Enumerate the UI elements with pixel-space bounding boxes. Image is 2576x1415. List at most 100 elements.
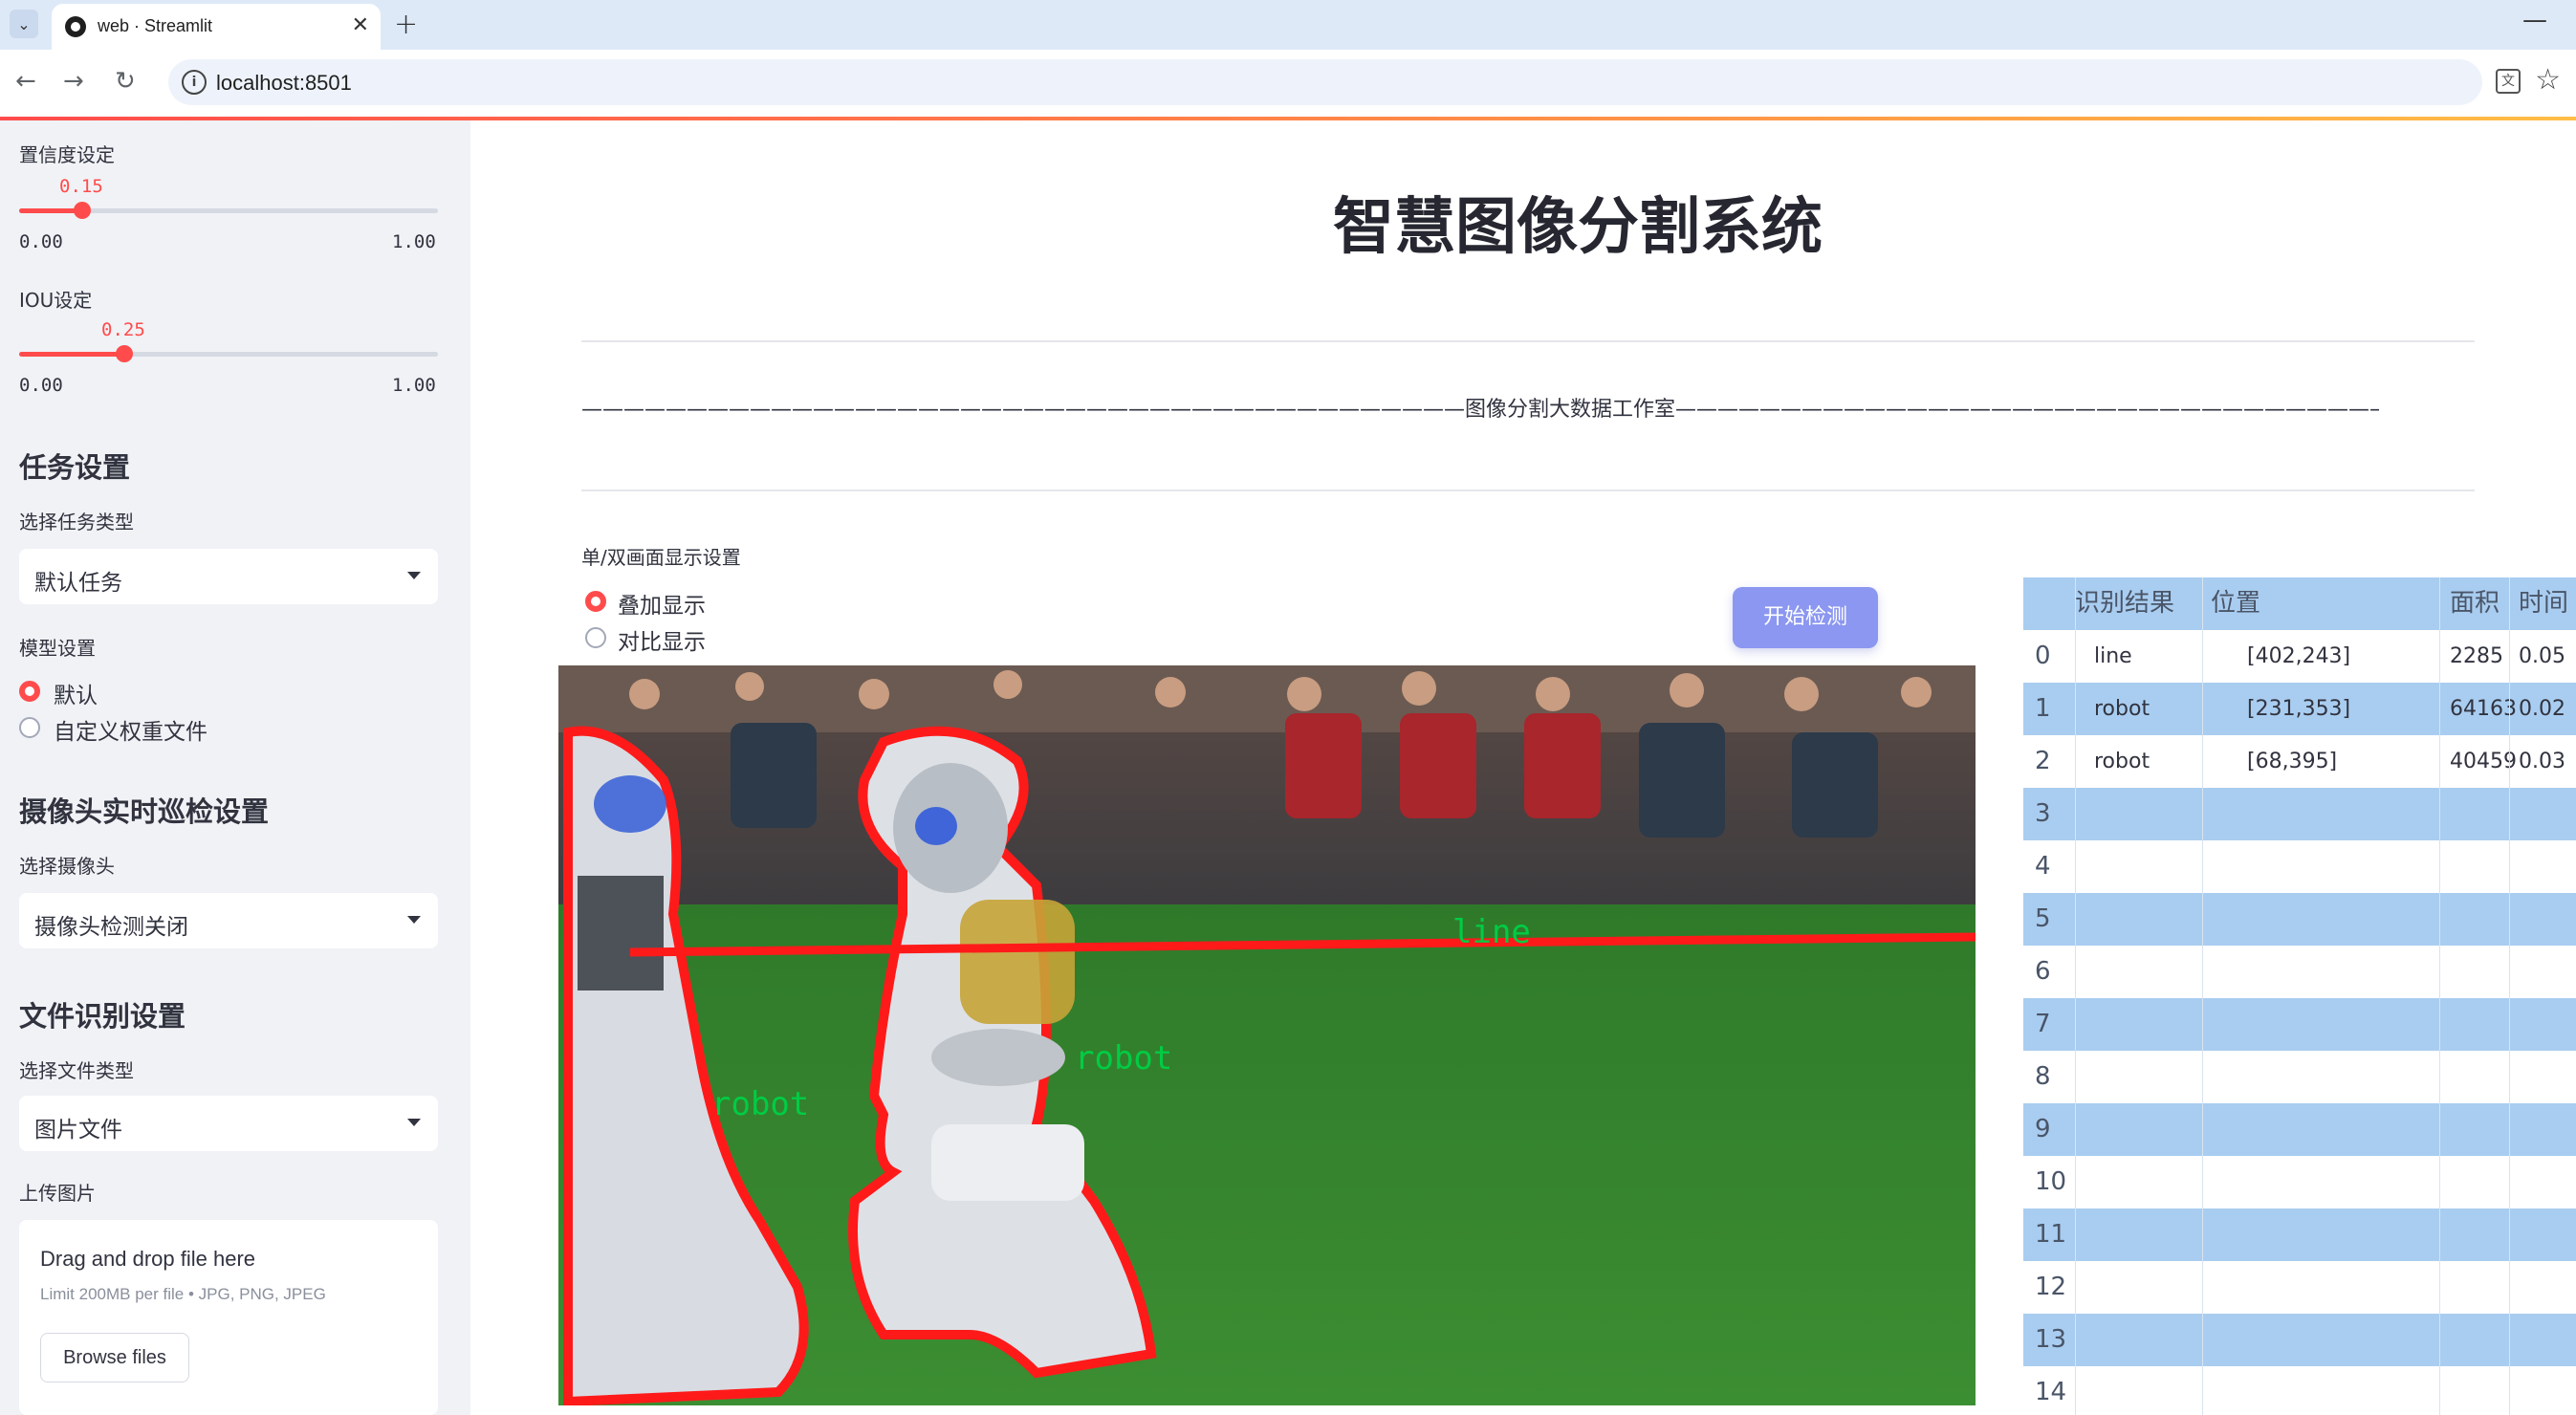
reload-icon[interactable]: ↻ <box>115 67 136 96</box>
confidence-value: 0.15 <box>59 176 103 197</box>
row-area: 2285 <box>2450 644 2503 668</box>
column-divider <box>2439 577 2440 1415</box>
table-row[interactable]: 7 <box>2023 998 2576 1051</box>
file-type-value: 图片文件 <box>34 1118 122 1143</box>
row-index: 7 <box>2035 1010 2051 1038</box>
chevron-down-icon <box>407 572 421 579</box>
dropzone-limit: Limit 200MB per file • JPG, PNG, JPEG <box>40 1285 326 1303</box>
row-index: 4 <box>2035 852 2051 881</box>
row-index: 5 <box>2035 904 2051 933</box>
row-index: 1 <box>2035 694 2051 723</box>
row-index: 13 <box>2035 1325 2067 1354</box>
row-index: 3 <box>2035 799 2051 828</box>
page-subtitle: ————————————————————————————————————————… <box>581 398 2379 422</box>
dropzone-title: Drag and drop file here <box>40 1247 256 1271</box>
table-row[interactable]: 0 line [402,243] 2285 0.05 <box>2023 630 2576 683</box>
task-type-select[interactable]: 默认任务 <box>19 549 438 604</box>
table-row[interactable]: 9 <box>2023 1103 2576 1156</box>
table-row[interactable]: 6 <box>2023 946 2576 998</box>
row-label: line <box>2094 644 2132 668</box>
column-divider <box>2202 577 2203 1415</box>
table-row[interactable]: 13 <box>2023 1314 2576 1366</box>
iou-slider[interactable] <box>19 345 438 362</box>
sidebar: 置信度设定 0.15 0.00 1.00 IOU设定 0.25 0.00 1.0… <box>0 120 470 1415</box>
model-option-default[interactable]: 默认 <box>54 677 98 709</box>
iou-min: 0.00 <box>19 375 63 396</box>
table-row[interactable]: 8 <box>2023 1051 2576 1103</box>
row-index: 14 <box>2035 1378 2067 1406</box>
camera-select-value: 摄像头检测关闭 <box>34 915 188 940</box>
column-header-label[interactable]: 识别结果 <box>2075 577 2174 630</box>
site-info-icon[interactable]: i <box>182 70 207 95</box>
start-detection-button[interactable]: 开始检测 <box>1733 587 1878 648</box>
address-bar: ← → ↻ i localhost:8501 <box>0 50 2576 117</box>
file-type-label: 选择文件类型 <box>19 1059 134 1082</box>
chevron-down-icon <box>407 916 421 924</box>
chevron-down-icon <box>407 1119 421 1126</box>
column-header-area[interactable]: 面积 <box>2450 577 2500 630</box>
row-index: 11 <box>2035 1220 2067 1249</box>
table-row[interactable]: 4 <box>2023 840 2576 893</box>
display-mode-label: 单/双画面显示设置 <box>581 546 741 569</box>
file-type-select[interactable]: 图片文件 <box>19 1096 438 1151</box>
omnibox[interactable]: i localhost:8501 <box>168 59 2482 105</box>
camera-select-label: 选择摄像头 <box>19 855 115 878</box>
model-option-custom[interactable]: 自定义权重文件 <box>54 713 207 746</box>
detection-label-line: line <box>1452 913 1531 951</box>
row-position: [402,243] <box>2247 644 2351 668</box>
forward-icon[interactable]: → <box>63 67 84 96</box>
column-header-time[interactable]: 时间 <box>2519 577 2568 630</box>
url-text[interactable]: localhost:8501 <box>216 71 352 96</box>
row-area: 40459 <box>2450 750 2517 773</box>
table-row[interactable]: 2 robot [68,395] 40459 0.03 <box>2023 735 2576 788</box>
row-position: [68,395] <box>2247 750 2338 773</box>
file-dropzone[interactable]: Drag and drop file here Limit 200MB per … <box>19 1220 438 1415</box>
display-option-compare[interactable]: 对比显示 <box>618 623 706 656</box>
browser-tab[interactable]: web · Streamlit ✕ <box>52 4 381 50</box>
minimize-window-icon[interactable]: — <box>2522 6 2547 34</box>
display-option-overlay[interactable]: 叠加显示 <box>618 587 706 620</box>
file-settings-heading: 文件识别设置 <box>19 1000 186 1033</box>
table-row[interactable]: 11 <box>2023 1208 2576 1261</box>
row-index: 2 <box>2035 747 2051 775</box>
iou-value: 0.25 <box>101 319 145 340</box>
close-tab-icon[interactable]: ✕ <box>352 13 369 37</box>
table-row[interactable]: 3 <box>2023 788 2576 840</box>
row-index: 8 <box>2035 1062 2051 1091</box>
browse-files-button[interactable]: Browse files <box>40 1333 189 1382</box>
column-header-position[interactable]: 位置 <box>2211 577 2260 630</box>
task-type-value: 默认任务 <box>34 571 122 596</box>
display-radio-compare[interactable] <box>585 627 606 648</box>
translate-icon[interactable]: 文 <box>2496 69 2521 94</box>
row-index: 6 <box>2035 957 2051 986</box>
tab-search-chevron-icon[interactable]: ⌄ <box>10 10 38 38</box>
bookmark-star-icon[interactable]: ☆ <box>2535 63 2561 97</box>
table-row[interactable]: 10 <box>2023 1156 2576 1208</box>
iou-slider-thumb[interactable] <box>116 345 133 362</box>
back-icon[interactable]: ← <box>15 67 36 96</box>
model-settings-label: 模型设置 <box>19 637 96 660</box>
results-table[interactable]: 识别结果 位置 面积 时间 0 line [402,243] 2285 0.05 1 rob… <box>2023 577 2576 1415</box>
model-radio-default[interactable] <box>19 681 40 702</box>
detection-label-robot: robot <box>1075 1039 1172 1078</box>
detection-label-robot: robot <box>711 1085 809 1123</box>
new-tab-icon[interactable]: + <box>394 8 418 41</box>
table-row[interactable]: 1 robot [231,353] 64163 0.02 <box>2023 683 2576 735</box>
iou-label: IOU设定 <box>19 289 93 312</box>
confidence-slider[interactable] <box>19 202 438 219</box>
divider <box>581 340 2475 342</box>
table-row[interactable]: 14 <box>2023 1366 2576 1415</box>
table-row[interactable]: 12 <box>2023 1261 2576 1314</box>
row-index: 0 <box>2035 642 2051 670</box>
camera-select[interactable]: 摄像头检测关闭 <box>19 893 438 948</box>
row-label: robot <box>2094 697 2150 721</box>
display-radio-overlay[interactable] <box>585 591 606 612</box>
model-radio-custom[interactable] <box>19 717 40 738</box>
confidence-min: 0.00 <box>19 231 63 252</box>
table-row[interactable]: 5 <box>2023 893 2576 946</box>
confidence-slider-thumb[interactable] <box>74 202 91 219</box>
iou-slider-fill <box>19 352 124 357</box>
tab-title: web · Streamlit <box>98 16 213 35</box>
row-label: robot <box>2094 750 2150 773</box>
row-time: 0.03 <box>2519 750 2565 773</box>
